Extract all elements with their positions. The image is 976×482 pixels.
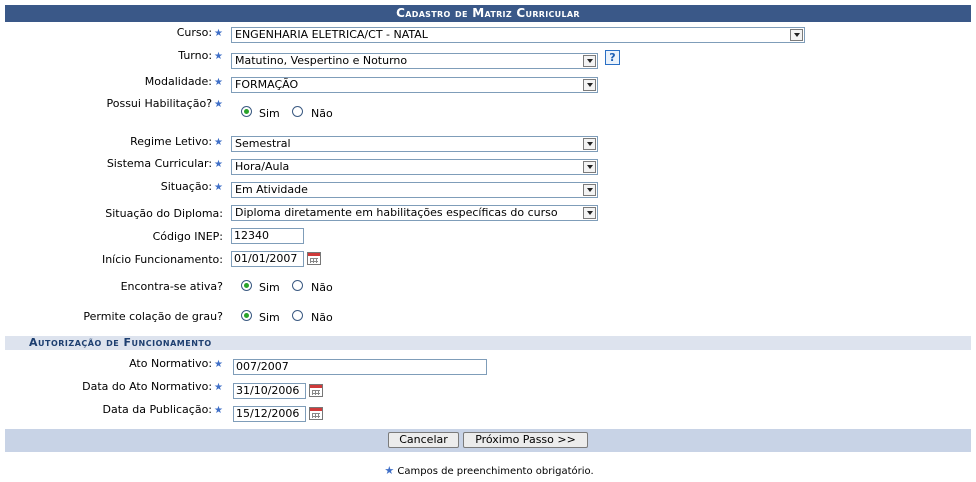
habilitacao-yes-radio[interactable] <box>241 106 252 117</box>
required-star-icon: ★ <box>214 77 223 88</box>
regime-select[interactable]: Semestral <box>231 136 598 152</box>
calendar-icon[interactable] <box>309 384 323 397</box>
required-star-icon: ★ <box>214 28 223 39</box>
sistema-select[interactable]: Hora/Aula <box>231 159 598 175</box>
colacao-label: Permite colação de grau? <box>83 310 223 323</box>
colacao-yes-radio[interactable] <box>241 310 252 321</box>
inicio-label: Início Funcionamento: <box>101 253 223 266</box>
ativa-yes-radio[interactable] <box>241 280 252 291</box>
inicio-input[interactable]: 01/01/2007 <box>231 251 304 267</box>
required-star-icon: ★ <box>214 359 223 370</box>
colacao-no-label: Não <box>311 311 333 324</box>
curso-label: Curso: ★ <box>176 26 223 39</box>
chevron-down-icon <box>583 138 596 150</box>
situacao-select[interactable]: Em Atividade <box>231 182 598 198</box>
calendar-icon[interactable] <box>309 407 323 420</box>
data-ato-input[interactable]: 31/10/2006 <box>233 383 306 399</box>
chevron-down-icon <box>583 55 596 67</box>
ativa-no-label: Não <box>311 281 333 294</box>
section-header-autorizacao: Autorização de Funcionamento <box>5 336 971 350</box>
codigo-inep-input[interactable]: 12340 <box>231 228 304 244</box>
turno-select[interactable]: Matutino, Vespertino e Noturno <box>231 53 598 69</box>
situacao-diploma-select[interactable]: Diploma diretamente em habilitações espe… <box>231 205 598 221</box>
next-step-button[interactable]: Próximo Passo >> <box>463 432 588 448</box>
required-star-icon: ★ <box>214 382 223 393</box>
chevron-down-icon <box>790 29 803 41</box>
chevron-down-icon <box>583 161 596 173</box>
situacao-diploma-label: Situação do Diploma: <box>105 207 223 220</box>
modalidade-label: Modalidade: ★ <box>144 75 223 88</box>
colacao-yes-label: Sim <box>259 311 280 324</box>
colacao-no-radio[interactable] <box>292 310 303 321</box>
regime-label: Regime Letivo: ★ <box>130 135 223 148</box>
help-icon[interactable]: ? <box>605 50 620 65</box>
chevron-down-icon <box>583 207 596 219</box>
ativa-yes-label: Sim <box>259 281 280 294</box>
curso-select[interactable]: ENGENHARIA ELETRICA/CT - NATAL <box>231 27 805 43</box>
chevron-down-icon <box>583 184 596 196</box>
page-title: Cadastro de Matriz Curricular <box>5 5 971 22</box>
ato-input[interactable]: 007/2007 <box>233 359 487 375</box>
data-pub-label: Data da Publicação: ★ <box>102 403 223 416</box>
data-pub-input[interactable]: 15/12/2006 <box>233 406 306 422</box>
required-star-icon: ★ <box>214 51 223 62</box>
ativa-label: Encontra-se ativa? <box>120 280 223 293</box>
habilitacao-yes-label: Sim <box>259 107 280 120</box>
chevron-down-icon <box>583 79 596 91</box>
required-star-icon: ★ <box>214 405 223 416</box>
required-star-icon: ★ <box>384 464 395 477</box>
required-star-icon: ★ <box>214 137 223 148</box>
required-fields-note: ★ Campos de preenchimento obrigatório. <box>384 464 594 477</box>
turno-label: Turno: ★ <box>178 49 223 62</box>
modalidade-select[interactable]: FORMAÇÃO <box>231 77 598 93</box>
codigo-inep-label: Código INEP: <box>152 230 223 243</box>
button-bar: Cancelar Próximo Passo >> <box>5 429 971 452</box>
situacao-label: Situação: ★ <box>160 180 223 193</box>
ativa-no-radio[interactable] <box>292 280 303 291</box>
required-star-icon: ★ <box>214 159 223 170</box>
ato-label: Ato Normativo: ★ <box>129 357 223 370</box>
calendar-icon[interactable] <box>307 252 321 265</box>
cancel-button[interactable]: Cancelar <box>388 432 459 448</box>
habilitacao-no-label: Não <box>311 107 333 120</box>
habilitacao-no-radio[interactable] <box>292 106 303 117</box>
form-panel: Cadastro de Matriz Curricular Curso: ★ EN… <box>5 5 971 452</box>
sistema-label: Sistema Curricular: ★ <box>106 157 223 170</box>
required-star-icon: ★ <box>214 182 223 193</box>
data-ato-label: Data do Ato Normativo: ★ <box>82 380 223 393</box>
habilitacao-label: Possui Habilitação? ★ <box>106 97 224 110</box>
required-star-icon: ★ <box>214 99 223 110</box>
